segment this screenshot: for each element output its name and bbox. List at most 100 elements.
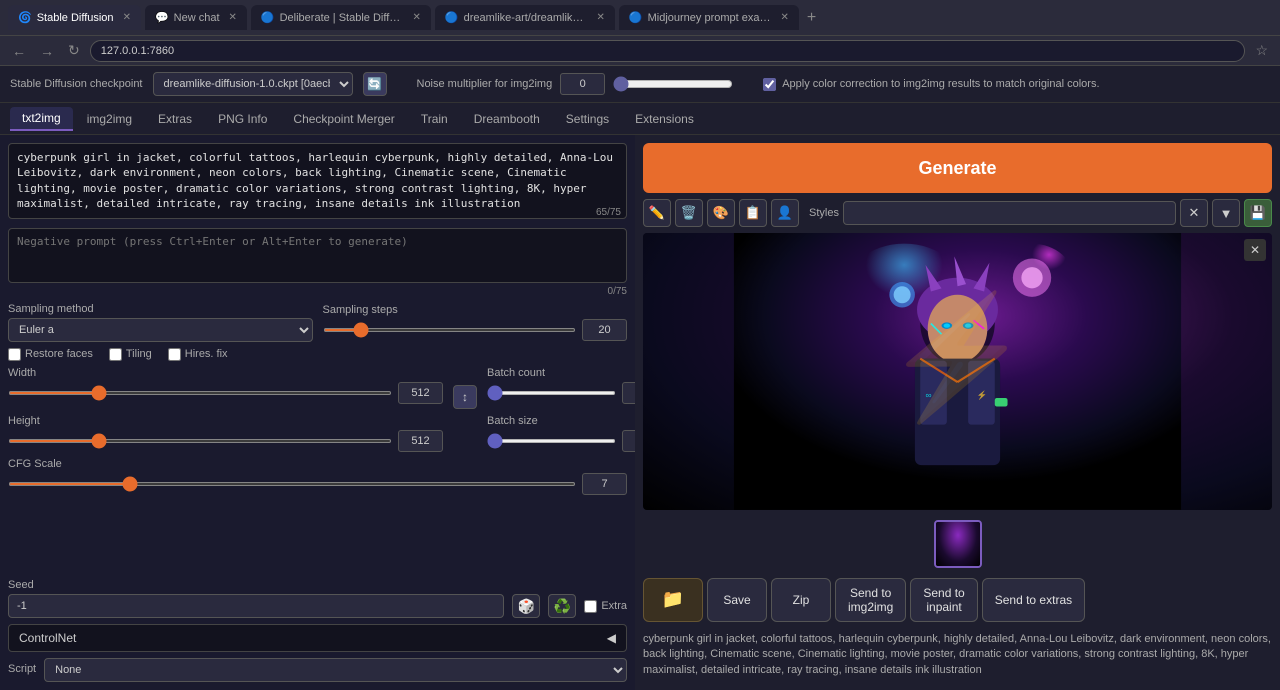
checkboxes-row: Restore faces Tiling Hires. fix [8,348,627,361]
prompt-counter: 65/75 [596,207,621,218]
sampling-steps-slider[interactable] [323,328,577,332]
height-section: Height [8,415,443,452]
controlnet-arrow-icon: ◀ [607,631,616,645]
batch-size-slider[interactable] [487,439,616,443]
tab-icon-chat: 💬 [155,11,169,24]
extra-checkbox-label[interactable]: Extra [584,600,627,613]
batch-count-input[interactable] [622,382,635,404]
zip-button[interactable]: Zip [771,578,831,622]
save-button[interactable]: Save [707,578,767,622]
sampling-steps-slider-container [323,319,628,341]
sampling-method-select[interactable]: Euler a [8,318,313,342]
browser-chrome: 🌀 Stable Diffusion ✕ 💬 New chat ✕ 🔵 Deli… [0,0,1280,36]
checkpoint-select[interactable]: dreamlike-diffusion-1.0.ckpt [0aecbcfa2c… [153,72,353,96]
tab-close-chat[interactable]: ✕ [229,12,237,23]
new-tab-button[interactable]: + [803,9,820,27]
tab-train[interactable]: Train [409,108,460,130]
seed-dice-button[interactable]: 🎲 [512,594,540,618]
styles-input[interactable] [843,201,1176,225]
gen-tool-pencil-button[interactable]: ✏️ [643,199,671,227]
seed-recycle-button[interactable]: ♻️ [548,594,576,618]
noise-slider[interactable] [613,76,733,92]
controlnet-section[interactable]: ControlNet ◀ [8,624,627,652]
styles-label: Styles [809,207,839,219]
generate-area: Generate ✏️ 🗑️ 🎨 📋 👤 Styles ✕ ▼ 💾 [643,143,1272,227]
tab-midjourney[interactable]: 🔵 Midjourney prompt examples |... ✕ [619,5,799,30]
send-to-extras-button[interactable]: Send to extras [982,578,1085,622]
styles-clear-button[interactable]: ✕ [1180,199,1208,227]
right-panel: Generate ✏️ 🗑️ 🎨 📋 👤 Styles ✕ ▼ 💾 [635,135,1280,690]
tab-img2img[interactable]: img2img [75,108,144,130]
tab-extras[interactable]: Extras [146,108,204,130]
tiling-label[interactable]: Tiling [109,348,152,361]
tab-png-info[interactable]: PNG Info [206,108,279,130]
tab-stable-diffusion[interactable]: 🌀 Stable Diffusion ✕ [8,5,141,30]
seed-input[interactable] [8,594,504,618]
tab-extensions[interactable]: Extensions [623,108,706,130]
hires-fix-checkbox[interactable] [168,348,181,361]
script-select[interactable]: None [44,658,627,682]
width-slider[interactable] [8,391,392,395]
extra-checkbox[interactable] [584,600,597,613]
forward-button[interactable]: → [36,41,58,61]
tab-settings[interactable]: Settings [554,108,621,130]
seed-section: Seed 🎲 ♻️ Extra [8,579,627,618]
styles-apply-button[interactable]: ▼ [1212,199,1240,227]
open-folder-button[interactable]: 📁 [643,578,703,622]
tab-new-chat[interactable]: 💬 New chat ✕ [145,5,247,30]
height-slider[interactable] [8,439,392,443]
height-input[interactable] [398,430,443,452]
tab-icon-deliberate: 🔵 [261,11,275,24]
batch-count-slider[interactable] [487,391,616,395]
tab-close-dreamlike[interactable]: ✕ [597,12,605,23]
gen-tool-trash-button[interactable]: 🗑️ [675,199,703,227]
send-to-img2img-button[interactable]: Send to img2img [835,578,906,622]
seed-row: 🎲 ♻️ Extra [8,594,627,618]
thumbnail-image[interactable] [934,520,982,568]
noise-value-input[interactable] [560,73,605,95]
width-input[interactable] [398,382,443,404]
width-section: Width [8,367,443,404]
reload-button[interactable]: ↻ [64,40,84,61]
tab-txt2img[interactable]: txt2img [10,107,73,131]
send-to-inpaint-button[interactable]: Send to inpaint [910,578,977,622]
cfg-input[interactable] [582,473,627,495]
image-close-button[interactable]: ✕ [1244,239,1266,261]
prompt-textarea[interactable]: cyberpunk girl in jacket, colorful tatto… [8,143,627,219]
negative-prompt-textarea[interactable] [8,228,627,283]
bookmark-button[interactable]: ☆ [1251,40,1272,61]
gen-tool-person-button[interactable]: 👤 [771,199,799,227]
styles-save-button[interactable]: 💾 [1244,199,1272,227]
batch-size-input[interactable] [622,430,635,452]
tab-close-sd[interactable]: ✕ [123,12,131,23]
tab-close-midjourney[interactable]: ✕ [781,12,789,23]
tab-close-deliberate[interactable]: ✕ [413,12,421,23]
tab-dreambooth[interactable]: Dreambooth [462,108,552,130]
swap-dimensions-button[interactable]: ↕ [453,385,477,409]
restore-faces-checkbox[interactable] [8,348,21,361]
thumbnail-inner [936,522,980,566]
sampling-steps-section: Sampling steps [323,304,628,341]
restore-faces-label[interactable]: Restore faces [8,348,93,361]
gen-tool-style1-button[interactable]: 🎨 [707,199,735,227]
sampling-method-label: Sampling method [8,303,313,315]
hires-fix-label[interactable]: Hires. fix [168,348,228,361]
generate-button[interactable]: Generate [643,143,1272,193]
height-row: Height Batch size [8,415,627,452]
checkpoint-refresh-button[interactable]: 🔄 [363,72,387,96]
content-area: cyberpunk girl in jacket, colorful tatto… [0,135,1280,690]
cfg-label: CFG Scale [8,458,627,470]
tab-dreamlike[interactable]: 🔵 dreamlike-art/dreamlike-diffusio... ✕ [435,5,615,30]
color-correction-checkbox[interactable] [763,78,776,91]
cfg-slider-container [8,473,627,495]
cfg-slider[interactable] [8,482,576,486]
tab-checkpoint-merger[interactable]: Checkpoint Merger [281,108,406,130]
back-button[interactable]: ← [8,41,30,61]
gen-tool-style2-button[interactable]: 📋 [739,199,767,227]
address-input[interactable] [90,40,1246,62]
tiling-checkbox[interactable] [109,348,122,361]
tab-deliberate[interactable]: 🔵 Deliberate | Stable Diffusion Che... ✕ [251,5,431,30]
cfg-section: CFG Scale [8,458,627,573]
batch-size-section: Batch size [487,415,627,452]
sampling-steps-input[interactable] [582,319,627,341]
